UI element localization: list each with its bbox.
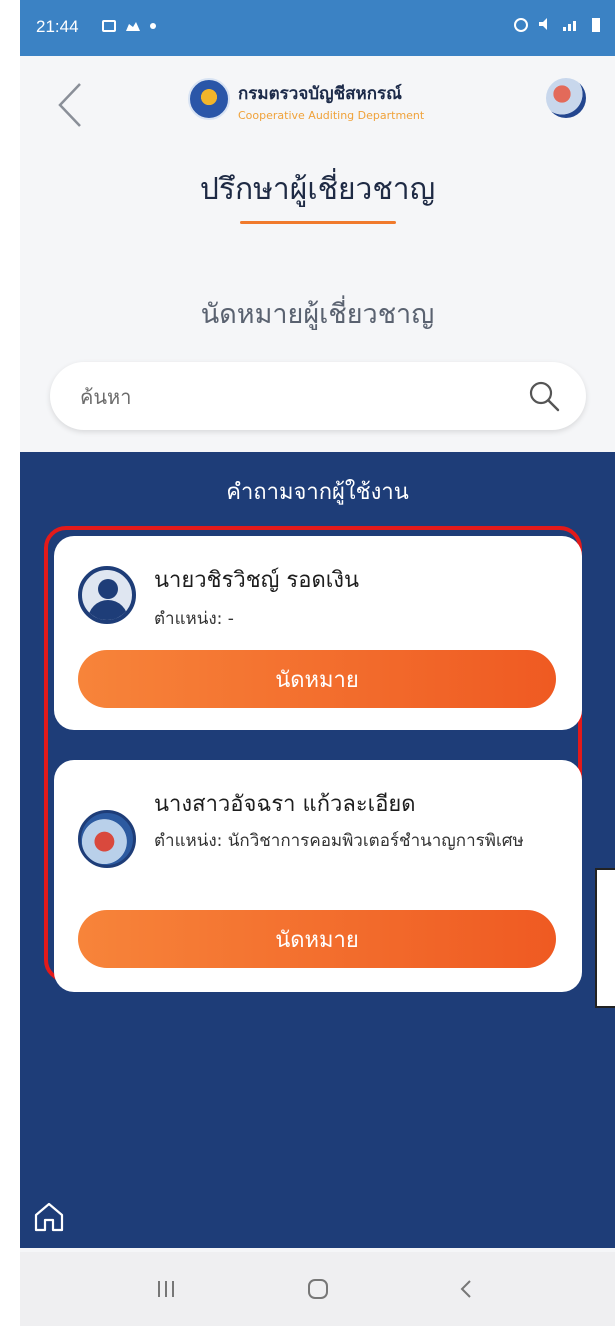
home-button-icon[interactable] — [288, 1268, 348, 1310]
expert-position: ตำแหน่ง: นักวิชาการคอมพิวเตอร์ชำนาญการพิ… — [154, 831, 524, 851]
gallery-icon — [102, 20, 116, 32]
home-icon[interactable] — [32, 1200, 66, 1234]
person-icon — [78, 566, 136, 624]
brand-name-th: กรมตรวจบัญชีสหกรณ์ — [238, 84, 402, 104]
expert-name: นายวชิรวิชญ์ รอดเงิน — [154, 568, 360, 593]
appointment-button[interactable]: นัดหมาย — [78, 910, 556, 968]
search-icon[interactable] — [528, 380, 560, 412]
system-nav-bar — [20, 1252, 615, 1326]
status-notification-icons — [102, 20, 156, 32]
status-system-icons — [513, 16, 601, 32]
app-header: กรมตรวจบัญชีสหกรณ์ Cooperative Auditing … — [20, 56, 615, 246]
status-time: 21:44 — [36, 17, 79, 36]
cloud-icon — [126, 22, 140, 31]
expert-card: นางสาวอัจฉรา แก้วละเอียด ตำแหน่ง: นักวิช… — [54, 760, 582, 992]
avatar[interactable] — [546, 78, 586, 118]
expert-card: นายวชิรวิชญ์ รอดเงิน ตำแหน่ง: - นัดหมาย — [54, 536, 582, 730]
expert-position: ตำแหน่ง: - — [154, 609, 234, 629]
questions-panel: คำถามจากผู้ใช้งาน นายวชิรวิชญ์ รอดเงิน ต… — [20, 452, 615, 1248]
recent-apps-icon[interactable] — [136, 1268, 196, 1310]
avatar — [78, 810, 136, 868]
mute-icon — [539, 18, 547, 30]
expert-name: นางสาวอัจฉรา แก้วละเอียด — [154, 792, 416, 817]
search-bar — [50, 362, 586, 432]
appointment-button[interactable]: นัดหมาย — [78, 650, 556, 708]
notification-dot-icon — [150, 23, 156, 29]
search-input[interactable] — [78, 362, 502, 432]
back-nav-icon[interactable] — [436, 1268, 496, 1310]
brand-name-en: Cooperative Auditing Department — [238, 109, 425, 122]
page-title: ปรึกษาผู้เชี่ยวชาญ — [199, 172, 436, 207]
title-underline — [240, 221, 396, 224]
brand: กรมตรวจบัญชีสหกรณ์ Cooperative Auditing … — [238, 80, 424, 122]
edge-marker — [595, 868, 615, 1008]
signal-icon — [563, 21, 576, 31]
status-bar: 21:44 — [20, 0, 615, 56]
panel-title: คำถามจากผู้ใช้งาน — [226, 480, 409, 505]
section-subtitle: นัดหมายผู้เชี่ยวชาญ — [200, 299, 435, 330]
back-icon[interactable] — [50, 80, 90, 130]
app-screen: 21:44 กรมตรวจบัญชีสหกรณ์ Cooperative Aud… — [20, 0, 615, 1326]
logo-icon — [188, 78, 230, 120]
alarm-icon — [514, 18, 528, 32]
battery-icon — [592, 18, 600, 32]
